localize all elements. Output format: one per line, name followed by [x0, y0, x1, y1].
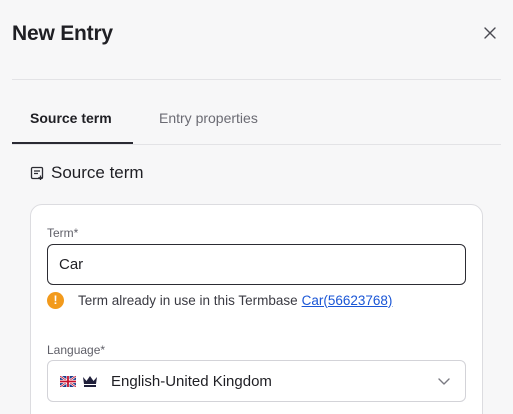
language-select[interactable]: English-United Kingdom [47, 360, 466, 402]
section-title: Source term [51, 163, 144, 182]
section-heading: Source term [30, 162, 144, 184]
close-icon [484, 27, 496, 39]
term-label: Term* [47, 226, 79, 240]
existing-term-link[interactable]: Car(56623768) [302, 293, 393, 308]
uk-flag-icon [60, 375, 76, 387]
language-label: Language* [47, 343, 106, 357]
note-add-icon [30, 166, 44, 180]
tab-source-term[interactable]: Source term [30, 108, 112, 128]
language-value: English-United Kingdom [111, 372, 272, 390]
term-input[interactable] [47, 244, 466, 285]
header-divider [12, 79, 501, 80]
crown-icon [83, 376, 97, 387]
tabs-divider [12, 144, 501, 145]
new-entry-panel: New Entry Source term Entry properties S… [0, 0, 513, 414]
chevron-down-icon [438, 378, 450, 385]
warning-icon: ! [47, 291, 64, 309]
close-button[interactable] [481, 24, 499, 42]
page-title: New Entry [12, 22, 113, 45]
tab-entry-properties[interactable]: Entry properties [159, 108, 258, 128]
warning-text: Term already in use in this Termbase [78, 292, 298, 308]
tab-bar: Source term Entry properties [0, 108, 513, 144]
term-warning: ! Term already in use in this Termbase C… [47, 290, 392, 310]
panel-header: New Entry [12, 22, 501, 52]
